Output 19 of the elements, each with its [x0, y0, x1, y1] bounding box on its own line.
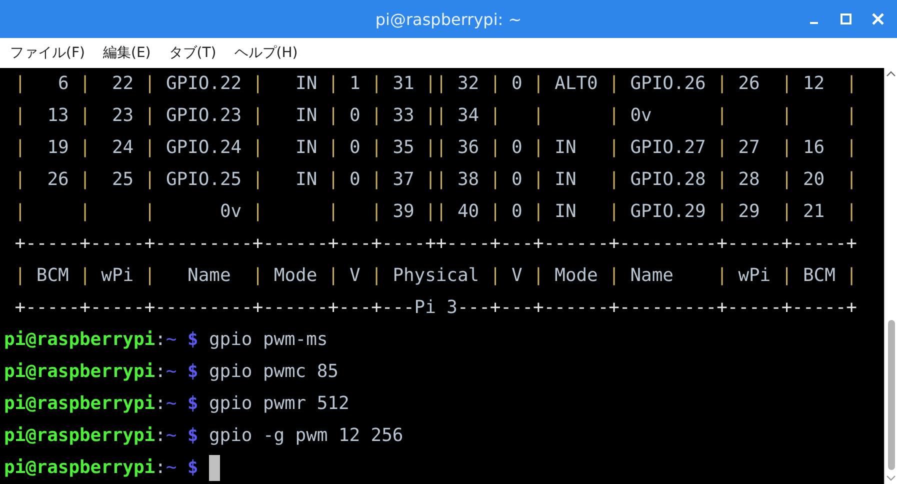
terminal-line: | 19 | 24 | GPIO.24 | IN | 0 | 35 || 36 | 0 | IN | GPIO.27 | 27 | 16 |	[14, 136, 858, 160]
prompt-line: pi@raspberrypi:~ $ gpio pwm-ms	[4, 328, 328, 352]
terminal-line: +-----+-----+---------+------+---+----++----+---+------+---------+-----+-----+	[14, 232, 858, 256]
scrollbar[interactable]	[884, 68, 897, 484]
terminal-line: | BCM | wPi | Name | Mode | V | Physical | V | Mode | Name | wPi | BCM |	[14, 264, 858, 288]
window-title: pi@raspberrypi: ~	[375, 10, 522, 28]
terminal-line: | | | 0v | | | 39 || 40 | 0 | IN | GPIO.29 | 29 | 21 |	[14, 200, 858, 224]
prompt-line: pi@raspberrypi:~ $	[4, 456, 198, 480]
terminal-line: | 13 | 23 | GPIO.23 | IN | 0 | 33 || 34 | | | 0v | | |	[14, 104, 858, 128]
terminal-line: | 26 | 25 | GPIO.25 | IN | 0 | 37 || 38 | 0 | IN | GPIO.28 | 28 | 20 |	[14, 168, 858, 192]
menu-item[interactable]: ファイル(F)	[8, 42, 87, 64]
menu-item[interactable]: ヘルプ(H)	[232, 42, 300, 64]
prompt-line: pi@raspberrypi:~ $ gpio pwmr 512	[4, 392, 350, 416]
terminal-line: +-----+-----+---------+------+---+---Pi 3---+---+------+---------+-----+-----+	[14, 296, 858, 320]
prompt-line: pi@raspberrypi:~ $ gpio pwmc 85	[4, 360, 338, 384]
menu-item[interactable]: 編集(E)	[100, 42, 153, 64]
prompt-line: pi@raspberrypi:~ $ gpio -g pwm 12 256	[4, 424, 404, 448]
menu-item[interactable]: タブ(T)	[166, 42, 218, 64]
terminal-line: | 6 | 22 | GPIO.22 | IN | 1 | 31 || 32 | 0 | ALT0 | GPIO.26 | 26 | 12 |	[14, 72, 858, 96]
